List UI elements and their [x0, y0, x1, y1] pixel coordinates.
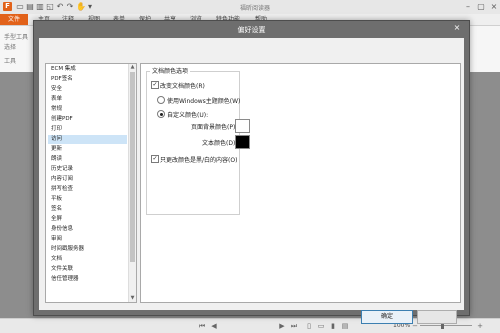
app-titlebar: F ▭ ▤ ▥ ◱ ↶ ↷ ✋ ▾ 福昕阅读器 – ▢ ×: [0, 0, 500, 15]
category-item[interactable]: 身份信息: [51, 225, 127, 234]
view-continuous-icon[interactable]: ▭: [316, 322, 326, 330]
app-title: 福昕阅读器: [240, 5, 271, 12]
category-item[interactable]: 历史记录: [51, 165, 127, 174]
redo-icon[interactable]: ↷: [66, 2, 74, 11]
category-item[interactable]: 常规: [51, 105, 127, 114]
category-item[interactable]: 文件关联: [51, 265, 127, 274]
text-color-swatch[interactable]: [235, 135, 250, 149]
category-item[interactable]: PDF签名: [51, 75, 127, 84]
category-item[interactable]: 时间戳服务器: [51, 245, 127, 254]
view-single-icon[interactable]: ▯: [304, 322, 314, 330]
app-logo: F: [3, 2, 12, 11]
prev-page-icon[interactable]: ◀: [209, 322, 219, 330]
cancel-button[interactable]: [417, 310, 457, 324]
menu-file[interactable]: 文件: [0, 14, 28, 25]
category-item[interactable]: 打印: [51, 125, 127, 134]
close-icon[interactable]: ×: [488, 1, 500, 12]
minimize-icon[interactable]: –: [462, 1, 474, 12]
preferences-dialog: 偏好设置 × ECM 集成 PDF签名 安全 表单 常规 创建PDF 打印 访问…: [33, 20, 470, 324]
save-icon[interactable]: ▤: [26, 2, 34, 11]
view-facing-icon[interactable]: ▮: [328, 322, 338, 330]
chevron-down-icon[interactable]: ▾: [86, 2, 94, 11]
category-item[interactable]: 创建PDF: [51, 115, 127, 124]
new-icon[interactable]: ◱: [46, 2, 54, 11]
undo-icon[interactable]: ↶: [56, 2, 64, 11]
radio-dot: [159, 112, 163, 116]
last-page-icon[interactable]: ⏭: [289, 322, 299, 330]
category-item[interactable]: 平板: [51, 195, 127, 204]
category-item[interactable]: ECM 集成: [51, 65, 127, 74]
zoom-slider-track[interactable]: [420, 325, 472, 326]
category-item[interactable]: 更新: [51, 145, 127, 154]
replace-colors-label[interactable]: 改变文档颜色(R): [160, 81, 205, 90]
category-item[interactable]: 文档: [51, 255, 127, 264]
scrollbar-thumb[interactable]: [130, 72, 135, 262]
ribbon-hand-tool[interactable]: 手型工具: [4, 32, 28, 41]
category-item[interactable]: 拼写检查: [51, 185, 127, 194]
replace-colors-checkbox[interactable]: ✓: [151, 81, 159, 89]
use-windows-radio[interactable]: [157, 96, 165, 104]
category-item[interactable]: 朗读: [51, 155, 127, 164]
page-bg-color-swatch[interactable]: [235, 119, 250, 133]
zoom-in-icon[interactable]: +: [475, 322, 485, 330]
group-title: 文档颜色选项: [150, 66, 191, 75]
category-item[interactable]: 全屏: [51, 215, 127, 224]
category-item[interactable]: 安全: [51, 85, 127, 94]
scroll-down-icon[interactable]: ▼: [129, 295, 136, 302]
first-page-icon[interactable]: ⏮: [197, 322, 207, 330]
next-page-icon[interactable]: ▶: [277, 322, 287, 330]
category-item[interactable]: 信任管理器: [51, 275, 127, 284]
open-icon[interactable]: ▭: [16, 2, 24, 11]
settings-panel: 文档颜色选项 ✓ 改变文档颜色(R) 使用Windows主题颜色(W) 自定义颜…: [140, 63, 461, 303]
scroll-up-icon[interactable]: ▲: [129, 64, 136, 71]
maximize-icon[interactable]: ▢: [475, 1, 487, 12]
text-color-label: 文本颜色(D):: [202, 140, 238, 147]
category-item-selected[interactable]: 访问: [48, 135, 127, 144]
category-item[interactable]: 表单: [51, 95, 127, 104]
category-item[interactable]: 审阅: [51, 235, 127, 244]
ok-button[interactable]: 确定: [361, 310, 413, 324]
hand-icon[interactable]: ✋: [76, 2, 86, 11]
use-windows-label[interactable]: 使用Windows主题颜色(W): [167, 96, 240, 105]
page-bg-label: 页面背景颜色(P):: [191, 124, 238, 131]
category-scrollbar[interactable]: ▲ ▼: [128, 64, 136, 302]
print-icon[interactable]: ▥: [36, 2, 44, 11]
view-cover-icon[interactable]: ▤: [340, 322, 350, 330]
custom-color-radio[interactable]: [157, 110, 165, 118]
only-bw-checkbox[interactable]: ✓: [151, 155, 159, 163]
close-icon[interactable]: ×: [451, 23, 463, 33]
category-item[interactable]: 签名: [51, 205, 127, 214]
ribbon-tools[interactable]: 工具: [4, 56, 16, 65]
dialog-title: 偏好设置: [237, 26, 266, 34]
dialog-body: ECM 集成 PDF签名 安全 表单 常规 创建PDF 打印 访问 更新 朗读 …: [39, 38, 464, 324]
category-list[interactable]: ECM 集成 PDF签名 安全 表单 常规 创建PDF 打印 访问 更新 朗读 …: [45, 63, 137, 303]
custom-color-label[interactable]: 自定义颜色(U):: [167, 110, 208, 119]
ribbon-select[interactable]: 选择: [4, 42, 16, 51]
category-item[interactable]: 内容订阅: [51, 175, 127, 184]
only-bw-label[interactable]: 只更改颜色是黑/白的内容(O): [160, 155, 237, 164]
